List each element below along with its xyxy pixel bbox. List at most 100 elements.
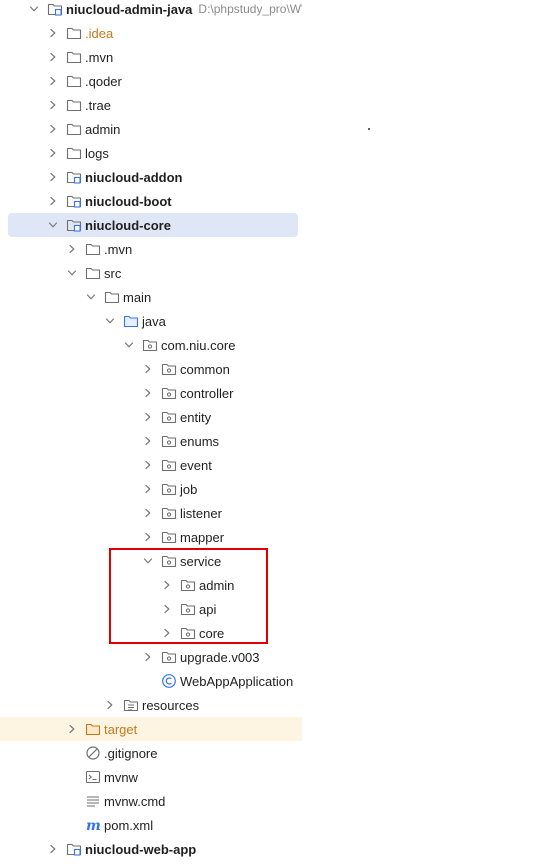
tree-row-api[interactable]: api xyxy=(0,597,302,621)
tree-row-core[interactable]: core xyxy=(0,621,302,645)
tree-item-label: admin xyxy=(85,121,121,137)
chevron-right-icon[interactable] xyxy=(142,525,154,549)
tree-item-label: mvnw xyxy=(104,769,138,785)
tree-row-idea[interactable]: .idea xyxy=(0,21,302,45)
tree-item-label: .trae xyxy=(85,97,112,113)
tree-row-upgrade-v003[interactable]: upgrade.v003 xyxy=(0,645,302,669)
chevron-right-icon[interactable] xyxy=(104,693,116,717)
chevron-down-icon[interactable] xyxy=(104,309,116,333)
chevron-down-icon[interactable] xyxy=(66,261,78,285)
tree-item-label: .gitignore xyxy=(104,745,158,761)
chevron-right-icon[interactable] xyxy=(161,573,173,597)
tree-row-com-niu-core[interactable]: com.niu.core xyxy=(0,333,302,357)
chevron-right-icon[interactable] xyxy=(47,69,59,93)
package-icon xyxy=(180,625,196,641)
chevron-right-icon[interactable] xyxy=(142,453,154,477)
tree-row-common[interactable]: common xyxy=(0,357,302,381)
tree-row-job[interactable]: job xyxy=(0,477,302,501)
tree-item-label: niucloud-addon xyxy=(85,169,183,185)
tree-row-src[interactable]: src xyxy=(0,261,302,285)
excluded-folder-icon xyxy=(85,721,101,737)
tree-item-label: niucloud-admin-java xyxy=(66,1,193,17)
chevron-right-icon[interactable] xyxy=(47,93,59,117)
chevron-down-icon[interactable] xyxy=(142,549,154,573)
chevron-right-icon[interactable] xyxy=(142,477,154,501)
chevron-right-icon[interactable] xyxy=(66,237,78,261)
tree-item-label: target xyxy=(104,721,138,737)
folder-icon xyxy=(66,97,82,113)
tree-row-niucloud-addon[interactable]: niucloud-addon xyxy=(0,165,302,189)
tree-item-label: .mvn xyxy=(85,49,114,65)
chevron-right-icon[interactable] xyxy=(142,405,154,429)
tree-row-mvn[interactable]: .mvn xyxy=(0,237,302,261)
chevron-right-icon[interactable] xyxy=(47,165,59,189)
chevron-right-icon[interactable] xyxy=(47,141,59,165)
chevron-right-icon[interactable] xyxy=(142,501,154,525)
chevron-right-icon[interactable] xyxy=(142,381,154,405)
tree-row-admin[interactable]: admin xyxy=(0,117,302,141)
chevron-right-icon[interactable] xyxy=(47,837,59,861)
tree-row-entity[interactable]: entity xyxy=(0,405,302,429)
tree-row-qoder[interactable]: .qoder xyxy=(0,69,302,93)
tree-row-mapper[interactable]: mapper xyxy=(0,525,302,549)
package-icon xyxy=(161,457,177,473)
chevron-right-icon[interactable] xyxy=(47,189,59,213)
tree-item-label: logs xyxy=(85,145,109,161)
tree-row-resources[interactable]: resources xyxy=(0,693,302,717)
tree-row-listener[interactable]: listener xyxy=(0,501,302,525)
module-folder-icon xyxy=(66,193,82,209)
tree-row-target[interactable]: target xyxy=(0,717,302,741)
module-folder-icon xyxy=(66,169,82,185)
tree-row-logs[interactable]: logs xyxy=(0,141,302,165)
chevron-placeholder xyxy=(66,765,78,789)
package-icon xyxy=(161,361,177,377)
tree-row-gitignore[interactable]: .gitignore xyxy=(0,741,302,765)
chevron-down-icon[interactable] xyxy=(28,0,40,21)
tree-row-trae[interactable]: .trae xyxy=(0,93,302,117)
tree-row-webappapplication[interactable]: WebAppApplication xyxy=(0,669,302,693)
tree-row-event[interactable]: event xyxy=(0,453,302,477)
tree-row-enums[interactable]: enums xyxy=(0,429,302,453)
folder-icon xyxy=(66,145,82,161)
tree-row-niucloud-core[interactable]: niucloud-core xyxy=(8,213,298,237)
chevron-placeholder xyxy=(142,669,154,693)
chevron-right-icon[interactable] xyxy=(161,597,173,621)
tree-row-main[interactable]: main xyxy=(0,285,302,309)
tree-item-label: niucloud-boot xyxy=(85,193,172,209)
chevron-down-icon[interactable] xyxy=(85,285,97,309)
tree-item-label: resources xyxy=(142,697,200,713)
tree-row-niucloud-web-app[interactable]: niucloud-web-app xyxy=(0,837,302,861)
tree-row-java[interactable]: java xyxy=(0,309,302,333)
folder-icon xyxy=(66,25,82,41)
chevron-right-icon[interactable] xyxy=(142,645,154,669)
project-path-hint: D:\phpstudy_pro\WWW xyxy=(198,2,302,16)
terminal-file-icon xyxy=(85,769,101,785)
package-icon xyxy=(161,649,177,665)
tree-row-controller[interactable]: controller xyxy=(0,381,302,405)
tree-row-service[interactable]: service xyxy=(0,549,302,573)
tree-item-label: service xyxy=(180,553,222,569)
tree-row-mvnw[interactable]: mvnw xyxy=(0,765,302,789)
chevron-right-icon[interactable] xyxy=(142,429,154,453)
tree-item-label: common xyxy=(180,361,230,377)
tree-row-niucloud-admin-java[interactable]: niucloud-admin-java D:\phpstudy_pro\WWW xyxy=(0,0,302,21)
tree-row-mvn[interactable]: .mvn xyxy=(0,45,302,69)
chevron-placeholder xyxy=(66,741,78,765)
tree-row-pom-xml[interactable]: m pom.xml xyxy=(0,813,302,837)
chevron-down-icon[interactable] xyxy=(47,213,59,237)
chevron-right-icon[interactable] xyxy=(47,117,59,141)
tree-item-label: niucloud-core xyxy=(85,217,171,233)
tree-item-label: admin xyxy=(199,577,235,593)
chevron-right-icon[interactable] xyxy=(47,45,59,69)
tree-row-mvnw-cmd[interactable]: mvnw.cmd xyxy=(0,789,302,813)
chevron-right-icon[interactable] xyxy=(47,21,59,45)
tree-row-admin[interactable]: admin xyxy=(0,573,302,597)
chevron-down-icon[interactable] xyxy=(123,333,135,357)
tree-row-niucloud-boot[interactable]: niucloud-boot xyxy=(0,189,302,213)
tree-item-label: java xyxy=(142,313,166,329)
chevron-right-icon[interactable] xyxy=(161,621,173,645)
chevron-right-icon[interactable] xyxy=(142,357,154,381)
chevron-right-icon[interactable] xyxy=(66,717,78,741)
editor-area xyxy=(302,0,551,866)
folder-icon xyxy=(66,121,82,137)
